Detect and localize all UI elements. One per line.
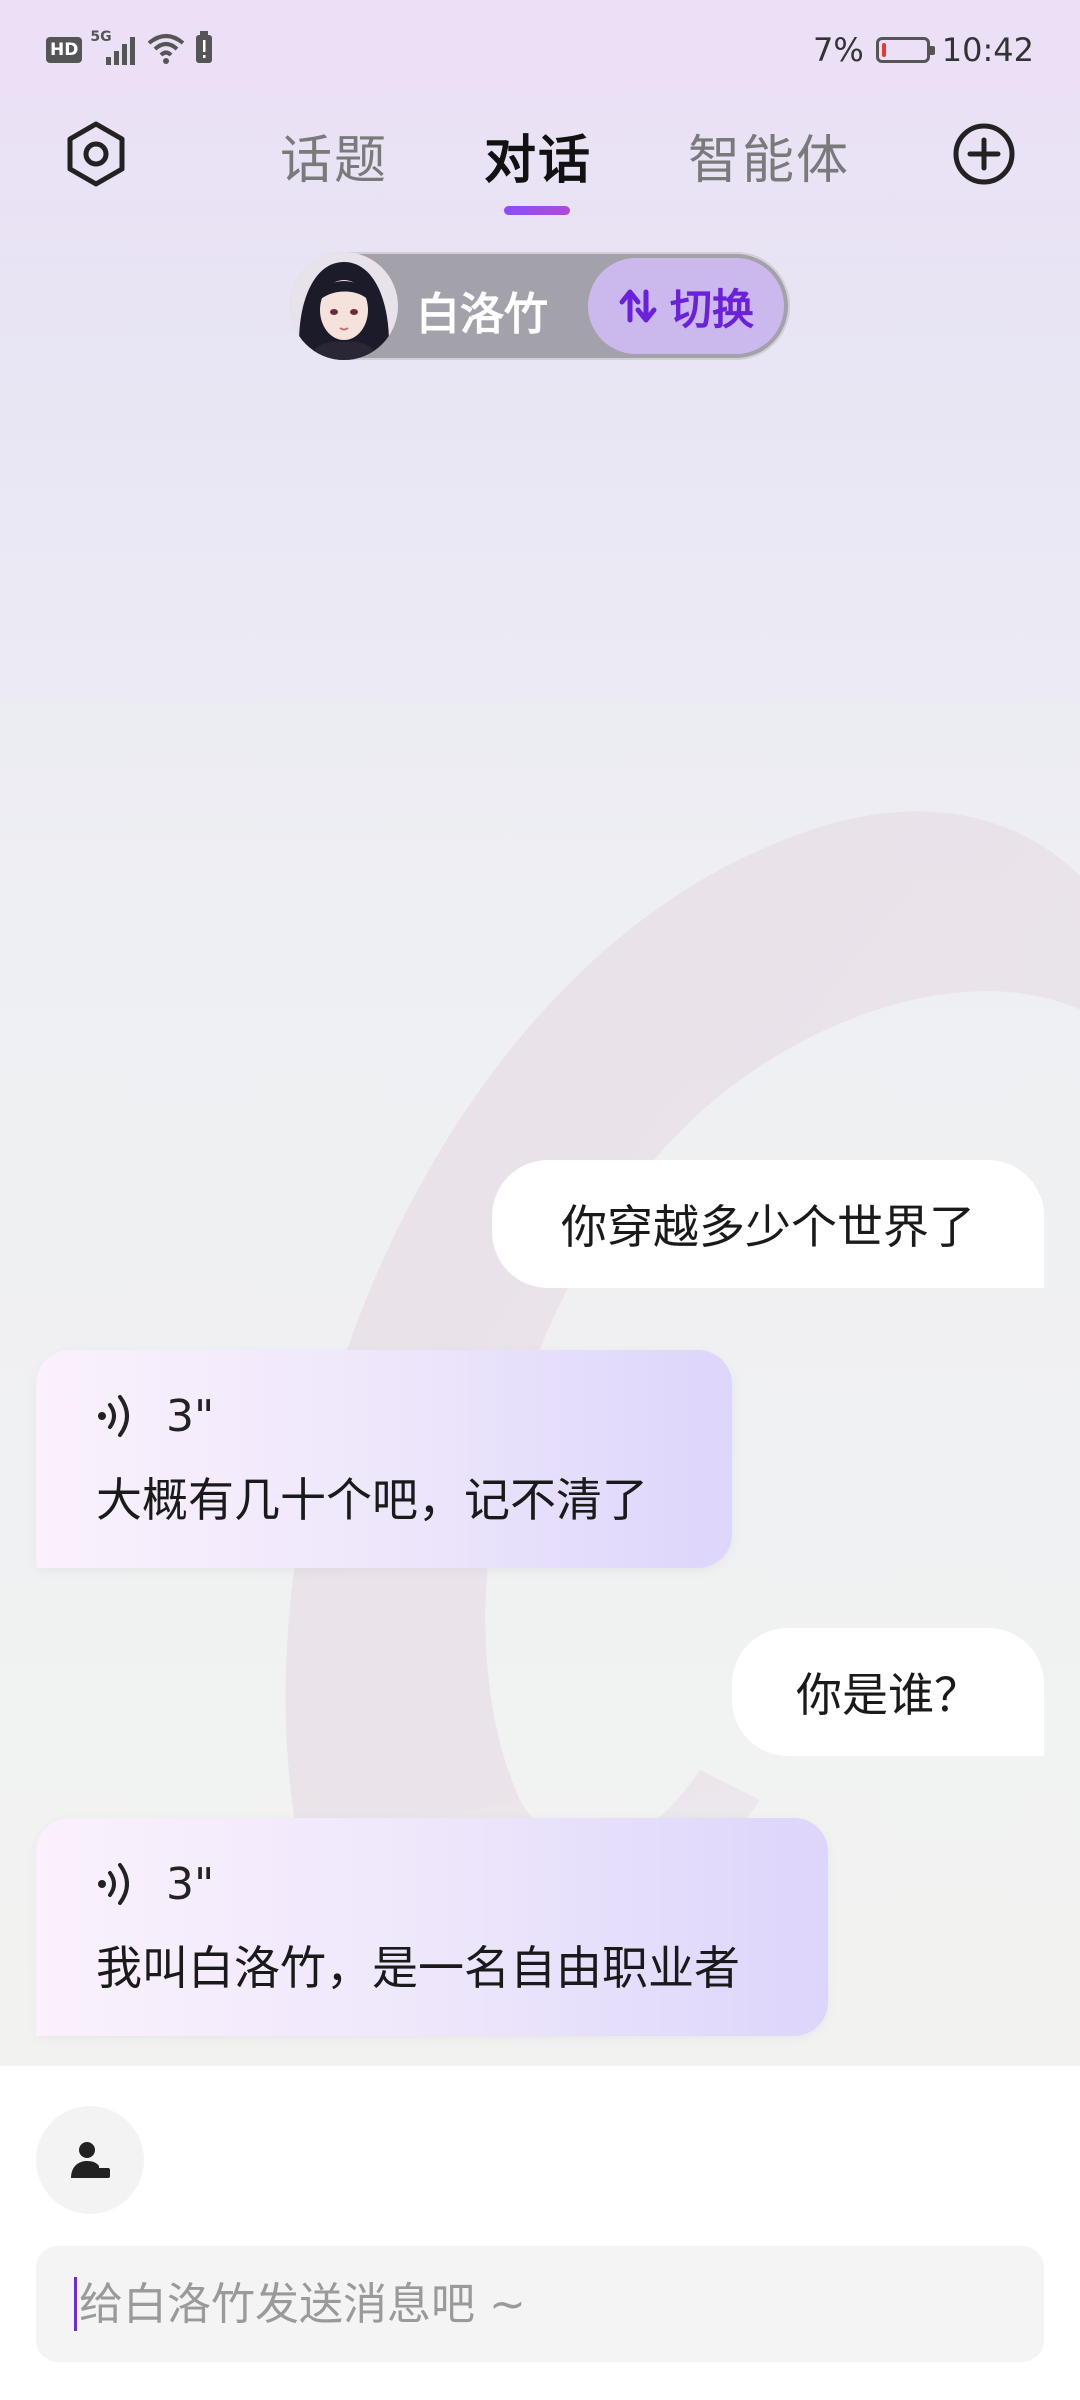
- text-cursor: [74, 2277, 77, 2331]
- character-profile-button[interactable]: [36, 2106, 144, 2214]
- assistant-message[interactable]: 3" 我叫白洛竹，是一名自由职业者: [36, 1818, 828, 2036]
- status-bar: HD 5G 7% 10:42: [0, 0, 1080, 100]
- switch-label: 切换: [669, 284, 754, 334]
- message-text: 大概有几十个吧，记不清了: [96, 1473, 648, 1527]
- signal-icon: 5G: [90, 29, 138, 67]
- battery-percent: 7%: [813, 31, 864, 69]
- voice-wave-icon: [98, 1395, 129, 1437]
- composer-area: [0, 2066, 1080, 2400]
- alert-battery-icon: [194, 31, 214, 69]
- new-chat-button[interactable]: [948, 118, 1020, 190]
- tab-agents[interactable]: 智能体: [688, 118, 850, 193]
- character-name: 白洛竹: [416, 289, 548, 340]
- voice-duration: 3": [166, 1390, 215, 1442]
- message-text: 你穿越多少个世界了: [561, 1200, 975, 1254]
- message-input[interactable]: [79, 2278, 979, 2330]
- voice-play-button[interactable]: 3": [96, 1386, 672, 1446]
- person-icon: [71, 2142, 110, 2178]
- battery-icon: [875, 37, 935, 63]
- voice-play-button[interactable]: 3": [96, 1854, 768, 1914]
- tab-chat[interactable]: 对话: [484, 118, 592, 193]
- active-tab-indicator: [504, 206, 570, 215]
- message-text: 我叫白洛竹，是一名自由职业者: [96, 1941, 740, 1995]
- top-tabs: 话题 对话 智能体: [0, 110, 1080, 220]
- status-left: HD 5G: [46, 29, 214, 70]
- wifi-icon: [146, 31, 186, 69]
- voice-duration: 3": [166, 1858, 215, 1910]
- character-selector: 白洛竹 切换: [290, 252, 790, 360]
- plus-circle-icon: [953, 123, 1015, 185]
- switch-character-button[interactable]: 切换: [588, 258, 784, 354]
- avatar[interactable]: [290, 252, 398, 360]
- clock: 10:42: [941, 31, 1034, 69]
- message-text: 你是谁？: [796, 1668, 980, 1722]
- swap-icon: [619, 289, 657, 323]
- user-message[interactable]: 你是谁？: [732, 1628, 1044, 1756]
- hd-badge: HD: [46, 37, 83, 63]
- user-message[interactable]: 你穿越多少个世界了: [492, 1160, 1044, 1288]
- battery-fill: [881, 43, 886, 57]
- assistant-message[interactable]: 3" 大概有几十个吧，记不清了: [36, 1350, 732, 1568]
- voice-wave-icon: [98, 1863, 129, 1905]
- status-right: 7% 10:42: [813, 24, 1034, 76]
- message-input-container[interactable]: [36, 2246, 1044, 2362]
- tab-topics[interactable]: 话题: [280, 118, 388, 193]
